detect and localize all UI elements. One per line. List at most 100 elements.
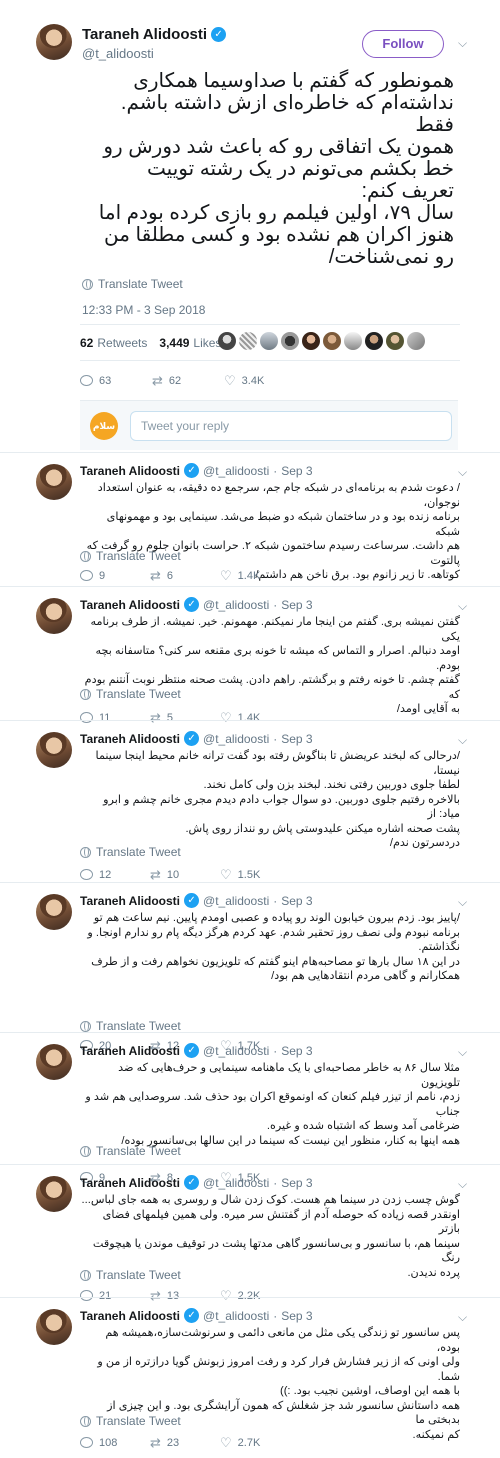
like-button[interactable]: ♡ 2.7K — [220, 1436, 290, 1449]
translate-label[interactable]: Translate Tweet — [98, 277, 183, 291]
translate-label[interactable]: Translate Tweet — [96, 845, 181, 859]
thread-tweet[interactable]: Taraneh Alidoosti ✓ @t_alidoosti · Sep 3 ⌵ / د… — [0, 452, 500, 586]
translate-tweet-link[interactable]: Translate Tweet — [80, 1019, 181, 1033]
thread-tweet[interactable]: Taraneh Alidoosti ✓ @t_alidoosti · Sep 3 ⌵ گوش… — [0, 1164, 500, 1302]
retweets-count[interactable]: 62 — [80, 336, 93, 350]
translate-label[interactable]: Translate Tweet — [96, 549, 181, 563]
timestamp[interactable]: 12:33 PM - 3 Sep 2018 — [82, 303, 205, 317]
translate-label[interactable]: Translate Tweet — [96, 1414, 181, 1428]
author-name[interactable]: Taraneh Alidoosti — [80, 464, 180, 478]
liker-avatar[interactable] — [323, 332, 341, 350]
liker-avatar[interactable] — [365, 332, 383, 350]
author-name[interactable]: Taraneh Alidoosti — [80, 1309, 180, 1323]
liker-avatar[interactable] — [239, 332, 257, 350]
reply-button[interactable]: 9 — [80, 570, 150, 582]
reply-button[interactable]: 108 — [80, 1437, 150, 1449]
reply-input[interactable]: Tweet your reply — [130, 411, 452, 441]
chevron-down-icon[interactable]: ⌵ — [458, 1045, 467, 1060]
retweet-button[interactable]: ⇄ 10 — [150, 868, 220, 881]
tweet-text-line: / دعوت شدم به برنامه‌ای در شبکه جام جم، … — [97, 482, 460, 509]
author-handle[interactable]: @t_alidoosti — [203, 732, 269, 746]
tweet-header: Taraneh Alidoosti ✓ @t_alidoosti · Sep 3 — [80, 597, 313, 612]
liker-avatar[interactable] — [260, 332, 278, 350]
translate-label[interactable]: Translate Tweet — [96, 1144, 181, 1158]
avatar[interactable] — [36, 894, 72, 930]
retweets-label[interactable]: Retweets — [97, 336, 147, 350]
translate-label[interactable]: Translate Tweet — [96, 1019, 181, 1033]
avatar[interactable] — [36, 1176, 72, 1212]
tweet-date[interactable]: Sep 3 — [281, 1309, 312, 1323]
tweet-date[interactable]: Sep 3 — [281, 1176, 312, 1190]
author-handle[interactable]: @t_alidoosti — [203, 1044, 269, 1058]
retweet-button[interactable]: ⇄ 62 — [152, 374, 224, 387]
chevron-down-icon[interactable]: ⌵ — [458, 1310, 467, 1325]
tweet-text-line: زدم، نامم از تیزر فیلم کنعان که اونموقع … — [85, 1091, 460, 1118]
like-button[interactable]: ♡ 3.4K — [224, 374, 296, 387]
translate-tweet-link[interactable]: Translate Tweet — [80, 845, 181, 859]
chevron-down-icon[interactable]: ⌵ — [458, 465, 467, 480]
follow-button[interactable]: Follow — [362, 30, 444, 58]
author-name-text[interactable]: Taraneh Alidoosti — [82, 26, 207, 43]
translate-tweet-link[interactable]: Translate Tweet — [80, 1144, 181, 1158]
avatar[interactable] — [36, 1044, 72, 1080]
liker-avatar[interactable] — [407, 332, 425, 350]
like-button[interactable]: ♡ 1.4K — [220, 569, 290, 582]
author-handle[interactable]: @t_alidoosti — [82, 46, 154, 61]
thread-tweet[interactable]: Taraneh Alidoosti ✓ @t_alidoosti · Sep 3 ⌵ /در… — [0, 720, 500, 882]
author-name[interactable]: Taraneh Alidoosti — [80, 732, 180, 746]
likes-count[interactable]: 3,449 — [159, 336, 189, 350]
chevron-down-icon[interactable]: ⌵ — [458, 36, 467, 51]
translate-tweet-link[interactable]: Translate Tweet — [80, 549, 181, 563]
avatar[interactable] — [36, 598, 72, 634]
translate-tweet-link[interactable]: Translate Tweet — [80, 1414, 181, 1428]
author-name[interactable]: Taraneh Alidoosti — [80, 1044, 180, 1058]
retweet-button[interactable]: ⇄ 6 — [150, 569, 220, 582]
translate-tweet-link[interactable]: Translate Tweet — [80, 1268, 181, 1282]
liker-avatar[interactable] — [344, 332, 362, 350]
avatar[interactable] — [36, 24, 72, 60]
verified-badge-icon: ✓ — [184, 1043, 200, 1058]
avatar: سلام — [90, 412, 118, 440]
liker-avatar[interactable] — [386, 332, 404, 350]
author-name[interactable]: Taraneh Alidoosti ✓ — [82, 26, 227, 43]
translate-tweet-link[interactable]: Translate Tweet — [82, 277, 183, 291]
thread-tweet[interactable]: Taraneh Alidoosti ✓ @t_alidoosti · Sep 3 ⌵ گفت… — [0, 586, 500, 724]
translate-label[interactable]: Translate Tweet — [96, 687, 181, 701]
tweet-date[interactable]: Sep 3 — [281, 894, 312, 908]
author-handle[interactable]: @t_alidoosti — [203, 1176, 269, 1190]
reply-button[interactable]: 63 — [80, 375, 152, 387]
liker-avatar[interactable] — [302, 332, 320, 350]
author-handle[interactable]: @t_alidoosti — [203, 598, 269, 612]
tweet-date[interactable]: Sep 3 — [281, 464, 312, 478]
tweet-date[interactable]: Sep 3 — [281, 732, 312, 746]
author-name[interactable]: Taraneh Alidoosti — [80, 598, 180, 612]
tweet-date[interactable]: Sep 3 — [281, 1044, 312, 1058]
tweet-text-line: پس سانسور تو زندگی یکی مثل من مانعی دائم… — [105, 1327, 460, 1354]
author-name[interactable]: Taraneh Alidoosti — [80, 1176, 180, 1190]
author-handle[interactable]: @t_alidoosti — [203, 894, 269, 908]
tweet-date[interactable]: Sep 3 — [281, 598, 312, 612]
thread-tweet[interactable]: Taraneh Alidoosti ✓ @t_alidoosti · Sep 3 ⌵ /پا… — [0, 882, 500, 1052]
retweet-button[interactable]: ⇄ 23 — [150, 1436, 220, 1449]
chevron-down-icon[interactable]: ⌵ — [458, 733, 467, 748]
avatar[interactable] — [36, 732, 72, 768]
avatar[interactable] — [36, 1309, 72, 1345]
thread-tweet[interactable]: Taraneh Alidoosti ✓ @t_alidoosti · Sep 3 ⌵ پس … — [0, 1297, 500, 1458]
translate-label[interactable]: Translate Tweet — [96, 1268, 181, 1282]
thread-tweet[interactable]: Taraneh Alidoosti ✓ @t_alidoosti · Sep 3 ⌵ مثل… — [0, 1032, 500, 1184]
like-button[interactable]: ♡ 1.5K — [220, 868, 290, 881]
liker-avatar[interactable] — [281, 332, 299, 350]
chevron-down-icon[interactable]: ⌵ — [458, 1177, 467, 1192]
reply-icon — [80, 1437, 93, 1448]
tweet-text: مثلا سال ۸۶ به خاطر مصاحبه‌ای با یک ماهن… — [80, 1061, 460, 1148]
author-name[interactable]: Taraneh Alidoosti — [80, 894, 180, 908]
reply-icon — [80, 570, 93, 581]
reply-button[interactable]: 12 — [80, 869, 150, 881]
chevron-down-icon[interactable]: ⌵ — [458, 895, 467, 910]
translate-tweet-link[interactable]: Translate Tweet — [80, 687, 181, 701]
author-handle[interactable]: @t_alidoosti — [203, 1309, 269, 1323]
liker-avatar[interactable] — [218, 332, 236, 350]
author-handle[interactable]: @t_alidoosti — [203, 464, 269, 478]
avatar[interactable] — [36, 464, 72, 500]
chevron-down-icon[interactable]: ⌵ — [458, 599, 467, 614]
